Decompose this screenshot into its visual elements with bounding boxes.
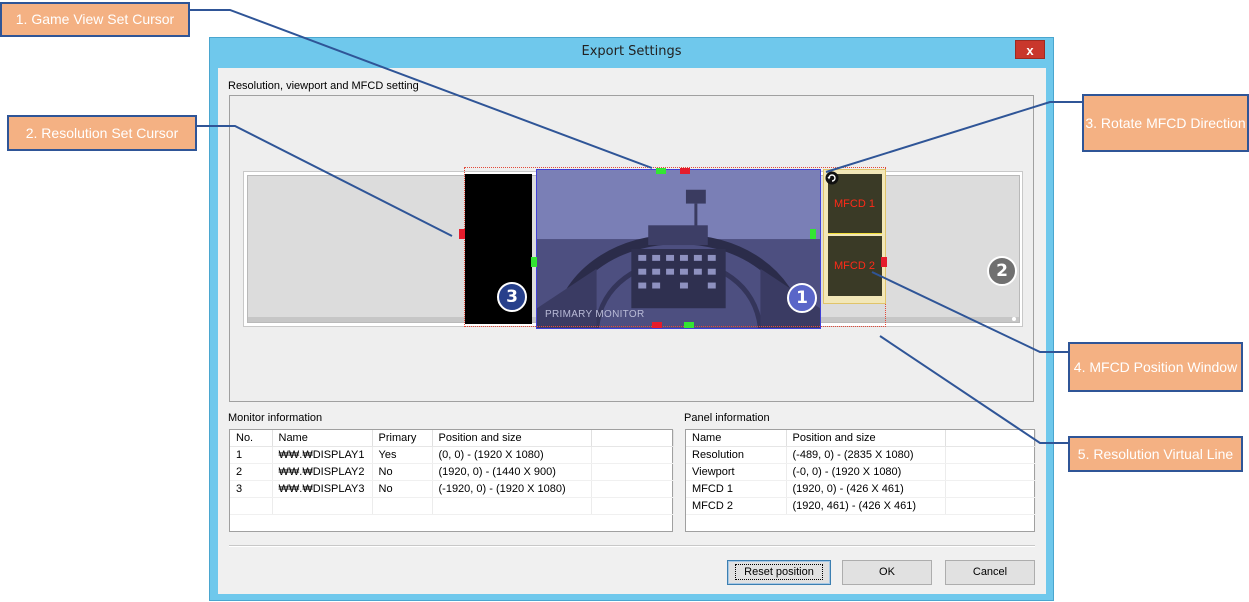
- callout-resolution-set-cursor: 2. Resolution Set Cursor: [7, 115, 197, 151]
- callout-rotate-mfcd-direction: 3. Rotate MFCD Direction: [1082, 94, 1249, 152]
- callout-game-view-set-cursor: 1. Game View Set Cursor: [0, 2, 190, 37]
- callout-resolution-virtual-line: 5. Resolution Virtual Line: [1068, 436, 1243, 472]
- callout-leader-lines: [189, 9, 1082, 444]
- callout-mfcd-position-window: 4. MFCD Position Window: [1068, 342, 1243, 392]
